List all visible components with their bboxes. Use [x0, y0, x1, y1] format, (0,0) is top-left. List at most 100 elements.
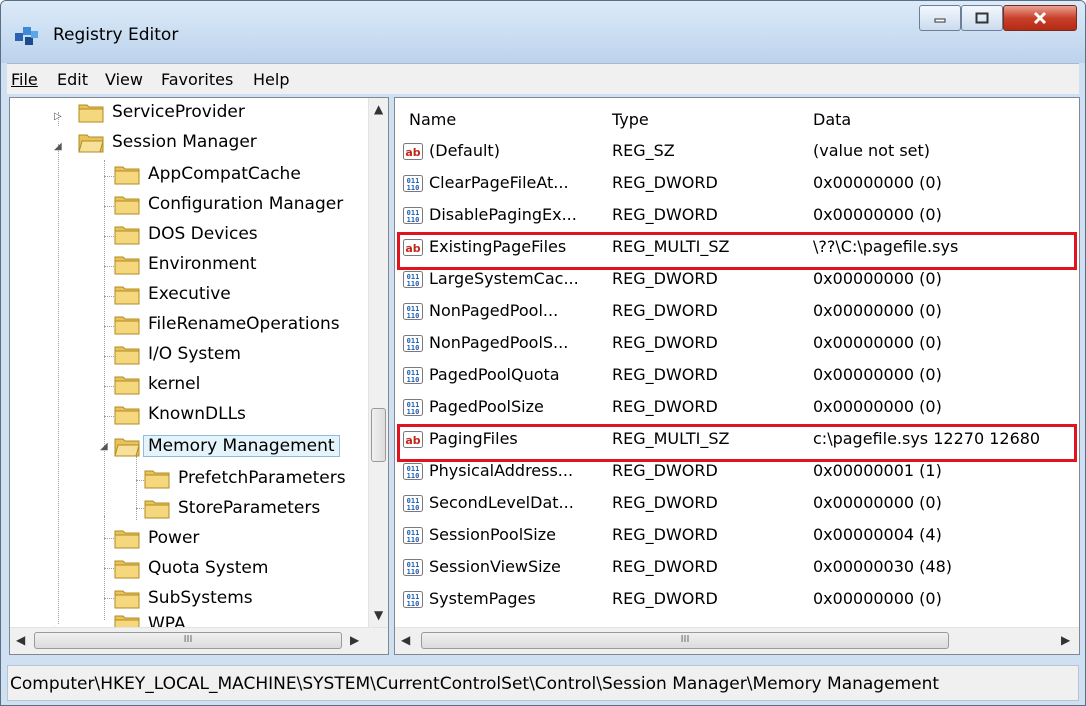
scroll-left-icon[interactable]: ◀	[401, 633, 410, 647]
column-header-type[interactable]: Type	[612, 110, 649, 129]
value-name: PhysicalAddress...	[429, 461, 574, 480]
menu-favorites[interactable]: Favorites	[161, 70, 233, 89]
column-header-data[interactable]: Data	[813, 110, 851, 129]
value-row[interactable]: 011 110 ClearPageFileAt... REG_DWORD 0x00000…	[395, 170, 1079, 198]
tree-item-power[interactable]: Power	[114, 524, 199, 552]
tree-item-executive[interactable]: Executive	[114, 280, 231, 308]
tree-item-environment[interactable]: Environment	[114, 250, 257, 278]
value-data: (value not set)	[813, 141, 931, 160]
value-type: REG_DWORD	[612, 557, 718, 576]
tree-item-label: SubSystems	[148, 588, 253, 608]
tree-horizontal-thumb[interactable]: III	[34, 632, 342, 649]
registry-editor-window: Registry Editor File Edit View Favorites…	[0, 0, 1086, 706]
column-header-name[interactable]: Name	[409, 110, 456, 129]
maximize-button[interactable]	[961, 5, 1003, 31]
close-button[interactable]	[1003, 5, 1077, 31]
value-row[interactable]: ab (Default) REG_SZ (value not set)	[395, 138, 1079, 166]
tree-item-label: Quota System	[148, 558, 269, 578]
tree-item-quota-system[interactable]: Quota System	[114, 554, 268, 582]
value-row[interactable]: 011 110 SessionPoolSize REG_DWORD 0x00000004…	[395, 522, 1079, 550]
tree-item-subsystems[interactable]: SubSystems	[114, 584, 253, 612]
menu-view-label: View	[105, 70, 143, 89]
value-row[interactable]: 011 110 SystemPages REG_DWORD 0x00000000 (0)	[395, 586, 1079, 614]
value-name: SecondLevelDat...	[429, 493, 574, 512]
value-row[interactable]: 011 110 PagedPoolQuota REG_DWORD 0x00000000 …	[395, 362, 1079, 390]
scroll-up-icon[interactable]: ▲	[374, 102, 383, 116]
folder-icon	[114, 376, 140, 395]
value-data: 0x00000000 (0)	[813, 205, 942, 224]
folder-open-icon	[78, 134, 104, 153]
value-type: REG_DWORD	[612, 493, 718, 512]
menu-help[interactable]: Help	[253, 70, 289, 89]
binary-value-icon: 011110	[403, 271, 423, 288]
svg-text:ab: ab	[405, 146, 420, 159]
window-title: Registry Editor	[53, 25, 179, 45]
collapse-session-manager-icon[interactable]: ◢	[54, 142, 64, 152]
menu-view[interactable]: View	[105, 70, 143, 89]
tree-item-serviceprovider[interactable]: ServiceProvider	[78, 98, 245, 126]
folder-icon	[114, 196, 140, 215]
expand-serviceprovider-icon[interactable]: ▷	[54, 112, 64, 122]
folder-icon	[114, 166, 140, 185]
value-name: DisablePagingEx...	[429, 205, 577, 224]
value-data: 0x00000000 (0)	[813, 333, 942, 352]
values-list-pane[interactable]: Name Type Data ab (Default) REG_SZ (value n…	[394, 97, 1080, 655]
highlight-pagingfiles	[397, 424, 1077, 462]
value-type: REG_DWORD	[612, 205, 718, 224]
tree-item-io-system[interactable]: I/O System	[114, 340, 241, 368]
tree-item-label: StoreParameters	[178, 498, 321, 518]
scroll-left-icon[interactable]: ◀	[16, 633, 25, 647]
value-row[interactable]: 011 110 SessionViewSize REG_DWORD 0x00000030…	[395, 554, 1079, 582]
tree-horizontal-scrollbar[interactable]: ◀ III ▶	[10, 627, 388, 654]
tree-item-memory-management[interactable]: Memory Management	[114, 432, 340, 460]
svg-text:110: 110	[407, 504, 420, 512]
minimize-button[interactable]	[919, 5, 961, 31]
menu-edit[interactable]: Edit	[57, 70, 88, 89]
value-type: REG_DWORD	[612, 173, 718, 192]
menu-help-label: Help	[253, 70, 290, 89]
svg-text:110: 110	[407, 280, 420, 288]
svg-text:110: 110	[407, 184, 420, 192]
tree-item-configuration-manager[interactable]: Configuration Manager	[114, 190, 343, 218]
svg-text:110: 110	[407, 408, 420, 416]
value-row[interactable]: 011 110 DisablePagingEx... REG_DWORD 0x00000…	[395, 202, 1079, 230]
tree-item-session-manager[interactable]: Session Manager	[78, 128, 257, 156]
value-row[interactable]: 011 110 NonPagedPoolS... REG_DWORD 0x0000000…	[395, 330, 1079, 358]
tree-item-prefetchparameters[interactable]: PrefetchParameters	[144, 464, 346, 492]
binary-value-icon: 011110	[403, 399, 423, 416]
tree-item-knowndlls[interactable]: KnownDLLs	[114, 400, 246, 428]
value-row[interactable]: 011 110 NonPagedPool... REG_DWORD 0x00000000…	[395, 298, 1079, 326]
tree-item-filerenameoperations[interactable]: FileRenameOperations	[114, 310, 340, 338]
menu-file[interactable]: File	[11, 70, 38, 89]
tree-vertical-scrollbar[interactable]: ▲ ▼	[368, 98, 388, 628]
value-name: NonPagedPool...	[429, 301, 559, 320]
value-row[interactable]: 011 110 SecondLevelDat... REG_DWORD 0x000000…	[395, 490, 1079, 518]
svg-text:110: 110	[407, 472, 420, 480]
value-row[interactable]: 011 110 PagedPoolSize REG_DWORD 0x00000000 (…	[395, 394, 1079, 422]
value-name: NonPagedPoolS...	[429, 333, 569, 352]
tree-item-kernel[interactable]: kernel	[114, 370, 200, 398]
tree-vertical-thumb[interactable]	[371, 408, 386, 462]
list-horizontal-thumb[interactable]: III	[421, 632, 949, 649]
scroll-down-icon[interactable]: ▼	[374, 608, 383, 622]
tree-item-dos-devices[interactable]: DOS Devices	[114, 220, 258, 248]
value-row[interactable]: 011 110 LargeSystemCac... REG_DWORD 0x000000…	[395, 266, 1079, 294]
title-bar[interactable]: Registry Editor	[1, 1, 1085, 63]
value-data: 0x00000000 (0)	[813, 173, 942, 192]
list-horizontal-scrollbar[interactable]: ◀ III ▶	[395, 627, 1079, 654]
value-type: REG_DWORD	[612, 365, 718, 384]
folder-icon	[144, 470, 170, 489]
value-name: PagedPoolQuota	[429, 365, 560, 384]
tree-item-storeparameters[interactable]: StoreParameters	[144, 494, 320, 522]
collapse-memory-management-icon[interactable]: ◢	[100, 442, 110, 452]
scroll-right-icon[interactable]: ▶	[350, 633, 359, 647]
key-tree-pane[interactable]: ▷ ◢ ◢ ▷ ServiceProvider Session Manager …	[9, 97, 389, 655]
value-type: REG_DWORD	[612, 301, 718, 320]
tree-item-appcompatcache[interactable]: AppCompatCache	[114, 160, 301, 188]
value-data: 0x00000001 (1)	[813, 461, 942, 480]
value-data: 0x00000000 (0)	[813, 269, 942, 288]
scroll-right-icon[interactable]: ▶	[1061, 633, 1070, 647]
value-type: REG_DWORD	[612, 269, 718, 288]
value-name: (Default)	[429, 141, 500, 160]
value-row[interactable]: 011 110 PhysicalAddress... REG_DWORD 0x00000…	[395, 458, 1079, 486]
